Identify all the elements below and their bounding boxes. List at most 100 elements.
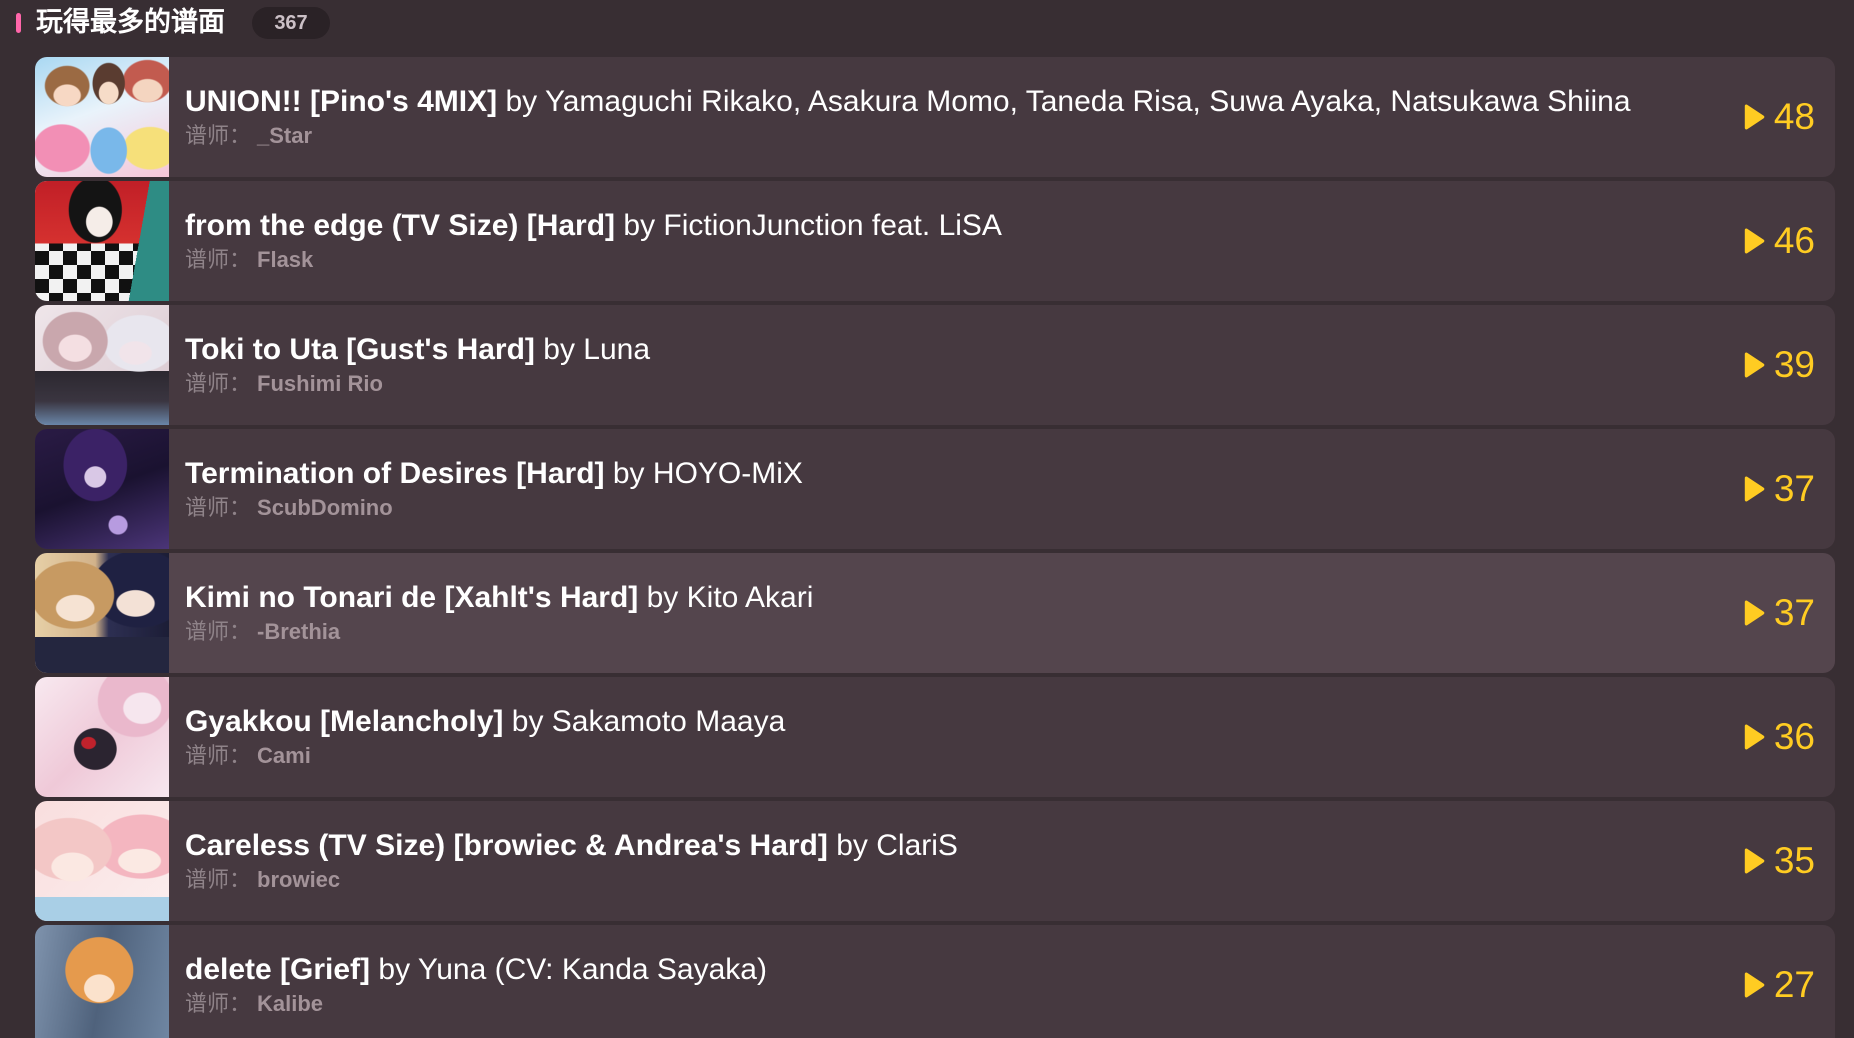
beatmap-artist[interactable]: Kito Akari [687, 581, 814, 614]
mapper-link[interactable]: Flask [257, 247, 313, 272]
mapper-line: 谱师： -Brethia [185, 618, 1719, 646]
beatmap-title[interactable]: from the edge (TV Size) [Hard] [185, 209, 615, 242]
by-label[interactable]: by [543, 333, 575, 366]
mapper-link[interactable]: Fushimi Rio [257, 371, 383, 396]
mapper-label: 谱师： [185, 495, 252, 520]
beatmap-title[interactable]: Termination of Desires [Hard] [185, 457, 605, 490]
by-label[interactable]: by [623, 209, 655, 242]
play-icon [1744, 352, 1765, 378]
play-count: 35 [1743, 839, 1835, 883]
by-label[interactable]: by [378, 953, 410, 986]
beatmap-row: Careless (TV Size) [browiec & Andrea's H… [35, 801, 1835, 921]
beatmap-info: delete [Grief] by Yuna (CV: Kanda Sayaka… [185, 952, 1719, 1018]
beatmap-cover[interactable] [35, 801, 169, 921]
beatmap-row: Kimi no Tonari de [Xahlt's Hard] by Kito… [35, 553, 1835, 673]
section-header: 玩得最多的谱面 367 [0, 0, 1854, 46]
beatmap-row: Gyakkou [Melancholy] by Sakamoto Maaya 谱… [35, 677, 1835, 797]
play-count-value: 36 [1773, 716, 1815, 757]
beatmap-cover[interactable] [35, 181, 169, 301]
beatmap-artist[interactable]: Sakamoto Maaya [552, 705, 785, 738]
beatmap-row: UNION!! [Pino's 4MIX] by Yamaguchi Rikak… [35, 57, 1835, 177]
beatmap-artist[interactable]: ClariS [876, 829, 958, 862]
beatmap-artist[interactable]: Luna [583, 333, 650, 366]
beatmap-title[interactable]: Gyakkou [Melancholy] [185, 705, 503, 738]
beatmap-info: Toki to Uta [Gust's Hard] by Luna 谱师： Fus… [185, 332, 1719, 398]
play-icon [1744, 972, 1765, 998]
by-label[interactable]: by [647, 581, 679, 614]
mapper-link[interactable]: Cami [257, 743, 311, 768]
play-icon [1744, 228, 1765, 254]
mapper-label: 谱师： [185, 619, 252, 644]
beatmap-row: Toki to Uta [Gust's Hard] by Luna 谱师： Fus… [35, 305, 1835, 425]
beatmap-title[interactable]: delete [Grief] [185, 953, 370, 986]
play-count: 39 [1743, 343, 1835, 387]
beatmap-artist[interactable]: FictionJunction feat. LiSA [663, 209, 1002, 242]
section-accent-bar [16, 13, 21, 33]
mapper-label: 谱师： [185, 123, 252, 148]
mapper-line: 谱师： _Star [185, 122, 1719, 150]
play-count: 37 [1743, 591, 1835, 635]
beatmap-artist[interactable]: HOYO-MiX [653, 457, 803, 490]
play-count-value: 48 [1773, 96, 1815, 137]
mapper-line: 谱师： browiec [185, 866, 1719, 894]
mapper-link[interactable]: _Star [257, 123, 312, 148]
mapper-line: 谱师： Kalibe [185, 990, 1719, 1018]
beatmap-row: from the edge (TV Size) [Hard] by Fictio… [35, 181, 1835, 301]
play-icon [1744, 848, 1765, 874]
beatmap-title-link[interactable]: Toki to Uta [Gust's Hard] by Luna [185, 332, 1719, 368]
play-count-value: 37 [1773, 592, 1815, 633]
beatmap-cover[interactable] [35, 677, 169, 797]
by-label[interactable]: by [613, 457, 645, 490]
beatmap-cover[interactable] [35, 925, 169, 1038]
count-badge: 367 [252, 7, 330, 39]
beatmap-cover[interactable] [35, 305, 169, 425]
beatmap-row: Termination of Desires [Hard] by HOYO-Mi… [35, 429, 1835, 549]
play-count: 27 [1743, 963, 1835, 1007]
play-count-value: 39 [1773, 344, 1815, 385]
beatmap-title[interactable]: UNION!! [Pino's 4MIX] [185, 85, 497, 118]
play-icon [1744, 476, 1765, 502]
play-icon [1744, 600, 1765, 626]
beatmap-info: Kimi no Tonari de [Xahlt's Hard] by Kito… [185, 580, 1719, 646]
beatmap-artist[interactable]: Yamaguchi Rikako, Asakura Momo, Taneda R… [545, 85, 1631, 118]
beatmap-title[interactable]: Careless (TV Size) [browiec & Andrea's H… [185, 829, 828, 862]
by-label[interactable]: by [512, 705, 544, 738]
mapper-line: 谱师： Fushimi Rio [185, 370, 1719, 398]
beatmap-title-link[interactable]: Termination of Desires [Hard] by HOYO-Mi… [185, 456, 1719, 492]
mapper-link[interactable]: Kalibe [257, 991, 323, 1016]
beatmap-title[interactable]: Toki to Uta [Gust's Hard] [185, 333, 535, 366]
play-count-value: 46 [1773, 220, 1815, 261]
beatmap-info: UNION!! [Pino's 4MIX] by Yamaguchi Rikak… [185, 84, 1719, 150]
beatmap-cover[interactable] [35, 553, 169, 673]
beatmap-title-link[interactable]: UNION!! [Pino's 4MIX] by Yamaguchi Rikak… [185, 84, 1719, 120]
mapper-label: 谱师： [185, 743, 252, 768]
play-count: 37 [1743, 467, 1835, 511]
beatmap-info: Termination of Desires [Hard] by HOYO-Mi… [185, 456, 1719, 522]
mapper-link[interactable]: browiec [257, 867, 340, 892]
beatmap-cover[interactable] [35, 57, 169, 177]
play-count: 48 [1743, 95, 1835, 139]
mapper-label: 谱师： [185, 991, 252, 1016]
play-icon [1744, 724, 1765, 750]
mapper-label: 谱师： [185, 371, 252, 396]
beatmap-title[interactable]: Kimi no Tonari de [Xahlt's Hard] [185, 581, 638, 614]
mapper-link[interactable]: -Brethia [257, 619, 340, 644]
beatmap-list: UNION!! [Pino's 4MIX] by Yamaguchi Rikak… [35, 57, 1835, 1038]
beatmap-title-link[interactable]: delete [Grief] by Yuna (CV: Kanda Sayaka… [185, 952, 1719, 988]
section-title: 玩得最多的谱面 [36, 7, 225, 37]
mapper-line: 谱师： Flask [185, 246, 1719, 274]
play-count-value: 27 [1773, 964, 1815, 1005]
beatmap-title-link[interactable]: Kimi no Tonari de [Xahlt's Hard] by Kito… [185, 580, 1719, 616]
mapper-label: 谱师： [185, 867, 252, 892]
by-label[interactable]: by [505, 85, 537, 118]
mapper-link[interactable]: ScubDomino [257, 495, 393, 520]
play-count-value: 37 [1773, 468, 1815, 509]
beatmap-cover[interactable] [35, 429, 169, 549]
beatmap-title-link[interactable]: Careless (TV Size) [browiec & Andrea's H… [185, 828, 1719, 864]
by-label[interactable]: by [836, 829, 868, 862]
beatmap-info: from the edge (TV Size) [Hard] by Fictio… [185, 208, 1719, 274]
beatmap-artist[interactable]: Yuna (CV: Kanda Sayaka) [418, 953, 767, 986]
play-icon [1744, 104, 1765, 130]
beatmap-title-link[interactable]: from the edge (TV Size) [Hard] by Fictio… [185, 208, 1719, 244]
beatmap-title-link[interactable]: Gyakkou [Melancholy] by Sakamoto Maaya [185, 704, 1719, 740]
